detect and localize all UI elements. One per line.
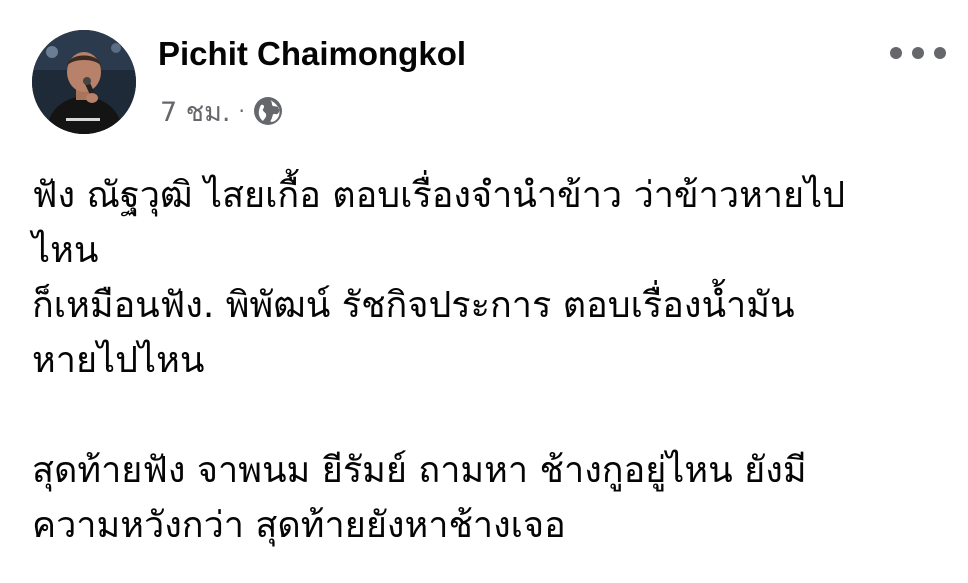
post-body-line: ฟัง ณัฐวุฒิ ไสยเกื้อ ตอบเรื่องจำนำข้าว ว… — [32, 175, 846, 216]
facebook-post: Pichit Chaimongkol 7 ชม. · ฟัง ณัฐวุฒิ ไ… — [0, 0, 968, 583]
post-body-line: สุดท้ายฟัง จาพนม ยีรัมย์ ถามหา ช้างกูอยู… — [32, 450, 807, 491]
post-header: Pichit Chaimongkol 7 ชม. · — [32, 30, 946, 140]
meta-separator: · — [238, 99, 245, 123]
more-dot — [890, 47, 902, 59]
more-dot — [934, 47, 946, 59]
post-body-line: หายไปไหน — [32, 340, 205, 381]
more-options-icon[interactable] — [890, 38, 946, 68]
post-body-line: ก็เหมือนฟัง. พิพัฒน์ รัชกิจประการ ตอบเรื… — [32, 285, 795, 326]
post-body: ฟัง ณัฐวุฒิ ไสยเกื้อ ตอบเรื่องจำนำข้าว ว… — [32, 168, 942, 553]
post-body-line: ความหวังกว่า สุดท้ายยังหาช้างเจอ — [32, 505, 566, 546]
avatar-image — [32, 30, 136, 134]
post-body-line: ไหน — [32, 230, 99, 271]
post-body-blank-line — [32, 388, 942, 443]
globe-icon[interactable] — [253, 96, 283, 126]
author-name[interactable]: Pichit Chaimongkol — [158, 34, 466, 74]
more-dot — [912, 47, 924, 59]
post-timestamp[interactable]: 7 ชม. — [160, 90, 230, 133]
avatar[interactable] — [32, 30, 136, 134]
post-meta: 7 ชม. · — [160, 94, 283, 128]
